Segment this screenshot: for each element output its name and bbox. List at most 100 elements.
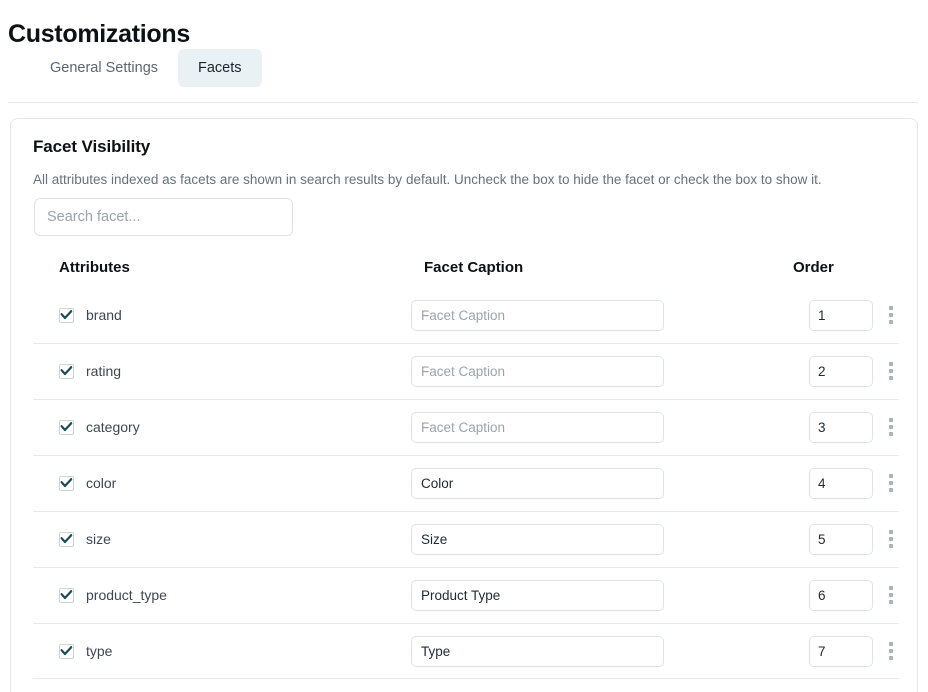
row-caption-cell: [411, 467, 741, 499]
row-caption-cell: [411, 523, 741, 555]
drag-dot: [889, 418, 893, 422]
row-caption-cell: [411, 355, 741, 387]
check-icon: [60, 365, 73, 375]
table-row-size: size: [33, 511, 899, 567]
row-caption-cell: [411, 299, 741, 331]
table-row-color: color: [33, 455, 899, 511]
drag-handle-icon-type[interactable]: [883, 638, 899, 664]
page-title: Customizations: [8, 19, 190, 48]
drag-dot: [889, 425, 893, 429]
facet-caption-input-rating[interactable]: [411, 355, 664, 387]
drag-handle-icon-category[interactable]: [883, 414, 899, 440]
drag-handle-icon-color[interactable]: [883, 470, 899, 496]
check-icon: [60, 477, 73, 487]
facet-visibility-checkbox-category[interactable]: [59, 419, 74, 435]
row-caption-cell: [411, 579, 741, 611]
check-icon: [60, 309, 73, 319]
drag-dot: [889, 544, 893, 548]
facet-visibility-checkbox-rating[interactable]: [59, 363, 74, 379]
facet-order-input-product_type[interactable]: [809, 579, 873, 611]
attribute-name: product_type: [86, 587, 167, 603]
facet-visibility-checkbox-size[interactable]: [59, 531, 74, 547]
tab-general-settings[interactable]: General Settings: [30, 49, 178, 87]
drag-dot: [889, 656, 893, 660]
attribute-name: rating: [86, 363, 122, 379]
facet-order-input-color[interactable]: [809, 467, 873, 499]
table-row-product_type: product_type: [33, 567, 899, 623]
row-attribute-cell: product_type: [33, 587, 411, 603]
drag-handle-icon-size[interactable]: [883, 526, 899, 552]
row-attribute-cell: type: [33, 643, 411, 659]
search-facet-input[interactable]: [34, 198, 293, 236]
row-attribute-cell: rating: [33, 363, 411, 379]
drag-dot: [889, 376, 893, 380]
tab-bar: General Settings Facets: [30, 49, 262, 87]
facet-caption-input-color[interactable]: [411, 467, 664, 499]
facet-order-input-size[interactable]: [809, 523, 873, 555]
drag-dot: [889, 537, 893, 541]
drag-handle-icon-brand[interactable]: [883, 302, 899, 328]
drag-dot: [889, 369, 893, 373]
attribute-name: category: [86, 419, 140, 435]
table-row-brand: brand: [33, 287, 899, 343]
drag-dot: [889, 320, 893, 324]
row-order-cell: [741, 467, 899, 499]
facet-caption-input-category[interactable]: [411, 411, 664, 443]
facet-order-input-rating[interactable]: [809, 355, 873, 387]
drag-dot: [889, 481, 893, 485]
row-attribute-cell: size: [33, 531, 411, 547]
facet-order-input-type[interactable]: [809, 635, 873, 667]
drag-dot: [889, 306, 893, 310]
drag-dot: [889, 313, 893, 317]
facet-caption-input-size[interactable]: [411, 523, 664, 555]
check-icon: [60, 533, 73, 543]
check-icon: [60, 645, 73, 655]
row-attribute-cell: category: [33, 419, 411, 435]
drag-dot: [889, 586, 893, 590]
drag-dot: [889, 649, 893, 653]
tab-facets[interactable]: Facets: [178, 49, 262, 87]
drag-handle-icon-product_type[interactable]: [883, 582, 899, 608]
attribute-name: size: [86, 531, 111, 547]
row-order-cell: [741, 579, 899, 611]
facet-order-input-category[interactable]: [809, 411, 873, 443]
card-title: Facet Visibility: [33, 137, 151, 156]
facet-order-input-brand[interactable]: [809, 299, 873, 331]
drag-dot: [889, 474, 893, 478]
facet-visibility-checkbox-product_type[interactable]: [59, 587, 74, 603]
facet-visibility-checkbox-brand[interactable]: [59, 307, 74, 323]
customizations-page: Customizations General Settings Facets F…: [0, 0, 928, 692]
drag-handle-icon-rating[interactable]: [883, 358, 899, 384]
card-description: All attributes indexed as facets are sho…: [33, 172, 822, 187]
row-order-cell: [741, 299, 899, 331]
facet-visibility-checkbox-type[interactable]: [59, 643, 74, 659]
facet-caption-input-product_type[interactable]: [411, 579, 664, 611]
column-header-attributes: Attributes: [59, 258, 130, 276]
drag-dot: [889, 642, 893, 646]
attribute-name: type: [86, 643, 113, 659]
drag-dot: [889, 530, 893, 534]
column-header-order: Order: [793, 258, 834, 276]
drag-dot: [889, 488, 893, 492]
row-caption-cell: [411, 635, 741, 667]
row-order-cell: [741, 523, 899, 555]
table-row-type: type: [33, 623, 899, 679]
facet-visibility-card: Facet Visibility All attributes indexed …: [10, 118, 918, 692]
table-row-rating: rating: [33, 343, 899, 399]
facet-rows: brand rating: [33, 287, 899, 679]
row-order-cell: [741, 635, 899, 667]
row-attribute-cell: color: [33, 475, 411, 491]
check-icon: [60, 589, 73, 599]
drag-dot: [889, 362, 893, 366]
table-row-category: category: [33, 399, 899, 455]
column-header-facet-caption: Facet Caption: [424, 258, 524, 276]
row-attribute-cell: brand: [33, 307, 411, 323]
tabs-divider: [8, 102, 918, 103]
drag-dot: [889, 600, 893, 604]
facet-visibility-checkbox-color[interactable]: [59, 475, 74, 491]
check-icon: [60, 421, 73, 431]
facet-caption-input-brand[interactable]: [411, 299, 664, 331]
attribute-name: color: [86, 475, 117, 491]
facet-caption-input-type[interactable]: [411, 635, 664, 667]
drag-dot: [889, 432, 893, 436]
